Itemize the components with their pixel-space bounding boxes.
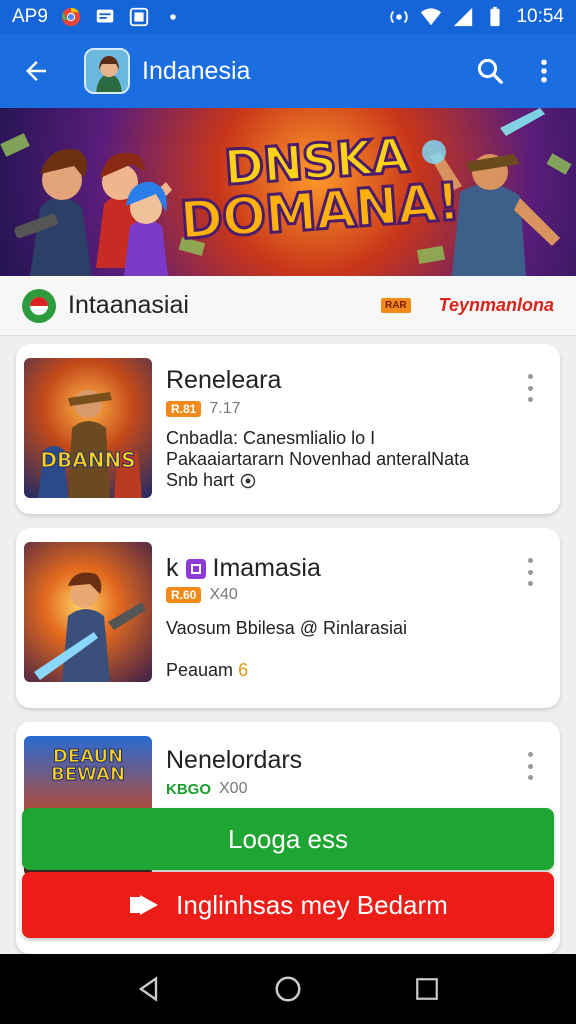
app-stat: 7.17: [209, 400, 241, 417]
desc-line: Pakaaiartararn Novenhad anteralNata: [166, 449, 470, 469]
nav-home-icon[interactable]: [268, 969, 308, 1009]
promo-banner[interactable]: DNSKA DOMANA!: [0, 108, 576, 276]
status-bar: AP9 10:54: [0, 0, 576, 34]
secondary-button[interactable]: Inglinhsas mey Bedarm: [22, 872, 554, 938]
desc-line: Cnbadla: Canesmlialio lo I: [166, 428, 376, 448]
app-thumbnail: DBANNS: [24, 358, 152, 498]
message-icon: [94, 6, 116, 28]
app-meta: KBGO X00: [166, 780, 247, 798]
banner-headline: DNSKA DOMANA!: [175, 126, 462, 253]
desc-line: Snb hart: [166, 470, 526, 491]
gallery-icon: [128, 6, 150, 28]
section-logo-icon: [22, 288, 56, 323]
rating-badge: KBGO: [166, 780, 211, 798]
signal-icon: [452, 6, 474, 28]
carrier-label: AP9: [12, 6, 48, 27]
app-title: Nenelordars: [166, 746, 303, 774]
list-item[interactable]: k Imamasia R.60 X40 Vaosum Bbilesa @ Rin…: [16, 528, 560, 708]
app-bar: Indanesia: [0, 34, 576, 108]
clock: 10:54: [516, 6, 564, 27]
section-tag: RAR: [380, 298, 411, 313]
rating-badge: R.60: [166, 587, 202, 603]
chrome-icon: [60, 6, 82, 28]
app-footer: Peauam 6: [166, 660, 526, 681]
search-icon[interactable]: [472, 53, 508, 89]
app-stat: X40: [209, 586, 238, 603]
app-description: Cnbadla: Canesmlialio lo I Pakaaiartarar…: [166, 428, 526, 491]
rating-badge: R.81: [166, 401, 202, 417]
thumbnail-title: DBANNS: [40, 448, 136, 473]
app-meta: R.81 7.17: [166, 400, 241, 418]
avatar: [84, 48, 130, 94]
back-arrow-icon[interactable]: [14, 49, 58, 93]
system-nav-bar: [0, 954, 576, 1024]
share-arrow-icon: [128, 891, 160, 919]
wifi-icon: [420, 6, 442, 28]
dot-icon: [162, 6, 184, 28]
page-title: Indanesia: [142, 56, 251, 85]
info-icon: [240, 473, 256, 489]
nav-recents-icon[interactable]: [407, 969, 447, 1009]
battery-icon: [484, 6, 506, 28]
app-stat: X00: [219, 780, 248, 797]
app-meta: R.60 X40: [166, 586, 238, 604]
primary-button[interactable]: Looga ess: [22, 808, 554, 870]
section-link[interactable]: Teynmanlona: [439, 295, 554, 316]
hero-character-left: [14, 149, 92, 276]
list-item[interactable]: DBANNS Reneleara R.81 7.17 Cnbadla: Cane…: [16, 344, 560, 514]
footer-value: 6: [238, 660, 249, 680]
k-label: k: [166, 554, 179, 582]
more-options-icon[interactable]: [520, 374, 540, 402]
nav-back-icon[interactable]: [129, 969, 169, 1009]
app-title: Imamasia: [212, 554, 321, 582]
section-title: Intaanasiai: [68, 291, 189, 319]
thumbnail-title: DEAUN BEWAN: [50, 746, 126, 785]
app-brand-icon: [185, 558, 207, 580]
secondary-button-label: Inglinhsas mey Bedarm: [176, 889, 448, 920]
app-thumbnail: [24, 542, 152, 682]
section-header: Intaanasiai RAR Teynmanlona: [0, 276, 576, 336]
hero-character-blue-hair: [124, 181, 168, 276]
footer-label: Peauam: [166, 660, 234, 680]
desc-line-text: Snb hart: [166, 470, 235, 490]
hotspot-icon: [388, 6, 410, 28]
app-title-row: k Imamasia: [166, 554, 321, 583]
more-options-icon[interactable]: [520, 558, 540, 586]
more-options-icon[interactable]: [520, 752, 540, 780]
more-vert-icon[interactable]: [526, 53, 562, 89]
app-title: Reneleara: [166, 366, 282, 394]
app-description: Vaosum Bbilesa @ Rinlarasiai: [166, 618, 408, 638]
